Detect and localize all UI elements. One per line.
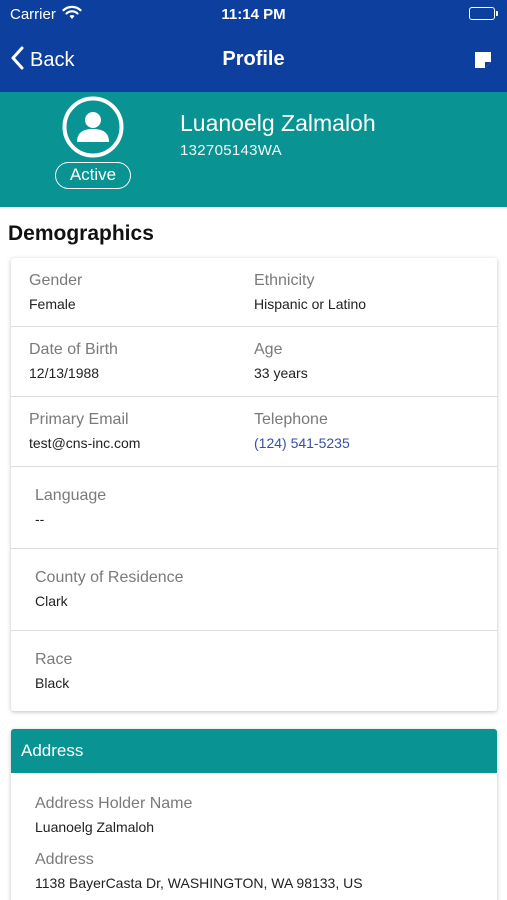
county-label: County of Residence — [35, 569, 184, 586]
age-value: 33 years — [254, 365, 308, 381]
page-title: Profile — [222, 48, 285, 70]
gender-label: Gender — [29, 272, 83, 289]
address-value: 1138 BayerCasta Dr, WASHINGTON, WA 98133… — [35, 875, 363, 891]
email-value[interactable]: test@cns-inc.com — [29, 435, 140, 451]
dob-label: Date of Birth — [29, 341, 118, 358]
county-field: County of Residence Clark — [35, 569, 184, 609]
county-value: Clark — [35, 593, 68, 609]
gender-ethnicity-row: Gender Female Ethnicity Hispanic or Lati… — [11, 258, 497, 327]
navigation-bar: Back Profile — [0, 28, 507, 92]
status-bar: Carrier 11:14 PM — [0, 0, 507, 28]
language-row: Language -- — [11, 467, 497, 549]
language-field: Language -- — [35, 487, 106, 527]
address-holder-value: Luanoelg Zalmaloh — [35, 819, 155, 835]
age-label: Age — [254, 341, 283, 358]
status-badge: Active — [55, 162, 131, 189]
address-label: Address — [35, 851, 94, 868]
clock: 11:14 PM — [221, 6, 286, 23]
phone-field: Telephone (124) 541-5235 — [254, 411, 350, 451]
dob-value: 12/13/1988 — [29, 365, 100, 381]
race-field: Race Black — [35, 651, 72, 691]
language-label: Language — [35, 487, 107, 504]
gender-field: Gender Female — [29, 272, 82, 312]
profile-name: Luanoelg Zalmaloh — [180, 110, 376, 136]
ethnicity-field: Ethnicity Hispanic or Latino — [254, 272, 366, 312]
dob-age-row: Date of Birth 12/13/1988 Age 33 years — [11, 327, 497, 397]
demographics-title: Demographics — [8, 222, 154, 245]
ethnicity-label: Ethnicity — [254, 272, 315, 289]
battery-icon — [469, 7, 498, 20]
note-icon[interactable] — [473, 50, 493, 70]
address-header: Address — [11, 729, 497, 773]
demographics-card: Gender Female Ethnicity Hispanic or Lati… — [11, 258, 497, 711]
phone-label: Telephone — [254, 411, 328, 428]
language-value: -- — [35, 511, 45, 527]
user-avatar-icon — [62, 96, 124, 158]
address-field: Address 1138 BayerCasta Dr, WASHINGTON, … — [35, 851, 363, 891]
address-card: Address Address Holder Name Luanoelg Zal… — [11, 729, 497, 900]
race-label: Race — [35, 651, 73, 668]
profile-header: Active Luanoelg Zalmaloh 132705143WA — [0, 92, 507, 207]
email-label: Primary Email — [29, 411, 129, 428]
email-field: Primary Email test@cns-inc.com — [29, 411, 140, 451]
dob-field: Date of Birth 12/13/1988 — [29, 341, 118, 381]
email-phone-row: Primary Email test@cns-inc.com Telephone… — [11, 397, 497, 467]
ethnicity-value: Hispanic or Latino — [254, 296, 367, 312]
age-field: Age 33 years — [254, 341, 308, 381]
race-row: Race Black — [11, 631, 497, 711]
phone-link[interactable]: (124) 541-5235 — [254, 435, 350, 451]
address-holder-label: Address Holder Name — [35, 795, 193, 812]
county-row: County of Residence Clark — [11, 549, 497, 631]
gender-value: Female — [29, 296, 76, 312]
address-holder-field: Address Holder Name Luanoelg Zalmaloh — [35, 795, 192, 835]
profile-id: 132705143WA — [180, 142, 282, 159]
race-value: Black — [35, 675, 70, 691]
